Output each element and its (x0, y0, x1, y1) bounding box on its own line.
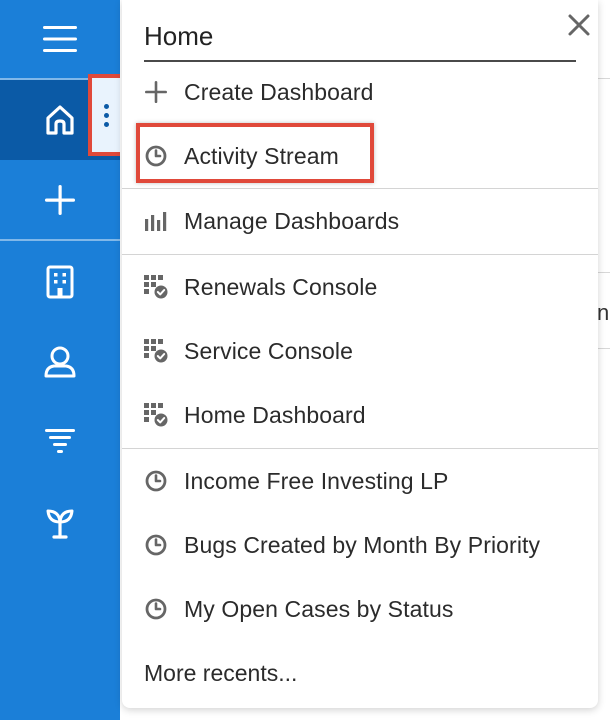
dashboard-check-icon (144, 275, 168, 299)
building-icon (46, 265, 74, 299)
accounts-button[interactable] (0, 242, 120, 322)
more-recents-label: More recents... (144, 659, 298, 686)
close-button[interactable] (566, 12, 592, 38)
menu-item-recent-1[interactable]: Income Free Investing LP (122, 451, 598, 511)
more-recents-link[interactable]: More recents... (122, 643, 598, 703)
menu-item-recent-3[interactable]: My Open Cases by Status (122, 579, 598, 639)
plus-icon (45, 185, 75, 215)
leads-button[interactable] (0, 402, 120, 482)
clock-icon (144, 597, 168, 621)
menu-divider (122, 448, 598, 449)
dashboard-check-icon (144, 339, 168, 363)
menu-item-label: Create Dashboard (184, 78, 374, 105)
bar-chart-icon (144, 209, 168, 233)
menu-item-label: Bugs Created by Month By Priority (184, 531, 541, 558)
home-options-button[interactable] (88, 74, 120, 156)
close-icon (568, 14, 590, 36)
menu-item-manage-dashboards[interactable]: Manage Dashboards (122, 191, 598, 251)
menu-item-home-dashboard[interactable]: Home Dashboard (122, 385, 598, 445)
opportunities-button[interactable] (0, 482, 120, 562)
sprout-icon (46, 509, 74, 539)
menu-item-label: Home Dashboard (184, 401, 366, 428)
menu-toggle-button[interactable] (0, 0, 120, 78)
sidebar-divider (0, 239, 120, 241)
menu-item-label: Service Console (184, 337, 353, 364)
home-dropdown-panel: Create Dashboard Activity Stream Manage … (122, 0, 598, 708)
quick-create-button[interactable] (0, 160, 120, 240)
search-field (144, 14, 576, 62)
hamburger-icon (43, 26, 77, 52)
home-icon (46, 105, 74, 135)
menu-item-label: Manage Dashboards (184, 207, 400, 234)
contacts-button[interactable] (0, 322, 120, 402)
menu-divider (122, 188, 598, 189)
menu-item-service-console[interactable]: Service Console (122, 321, 598, 381)
dashboard-check-icon (144, 403, 168, 427)
clock-icon (144, 469, 168, 493)
filter-icon (45, 429, 75, 453)
clock-icon (144, 533, 168, 557)
highlight-box (136, 123, 374, 183)
plus-icon (144, 80, 168, 104)
person-icon (44, 346, 76, 378)
search-input[interactable] (144, 16, 544, 56)
menu-item-label: Income Free Investing LP (184, 467, 449, 494)
kebab-icon (103, 102, 109, 129)
menu-item-create-dashboard[interactable]: Create Dashboard (122, 62, 598, 122)
background-text-fragment: nn (597, 300, 610, 325)
menu-divider (122, 254, 598, 255)
menu-item-recent-2[interactable]: Bugs Created by Month By Priority (122, 515, 598, 575)
menu-item-label: My Open Cases by Status (184, 595, 454, 622)
menu-item-label: Renewals Console (184, 273, 378, 300)
menu-item-renewals-console[interactable]: Renewals Console (122, 257, 598, 317)
